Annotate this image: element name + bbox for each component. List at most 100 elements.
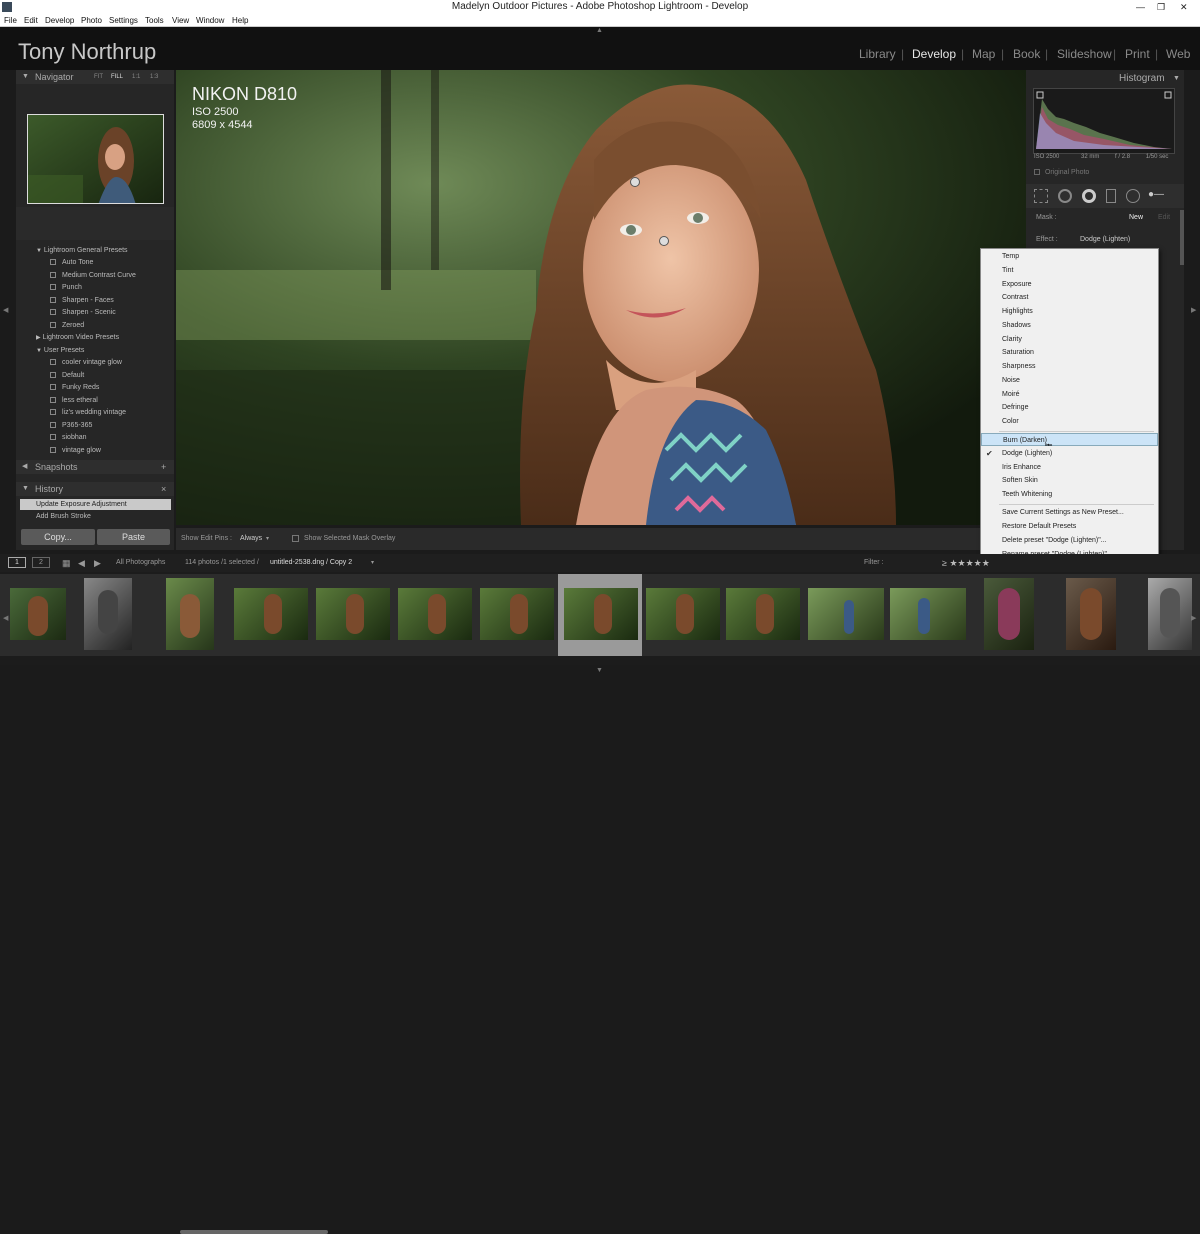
dd-clarity[interactable]: Clarity: [981, 333, 1158, 346]
filmstrip-thumb[interactable]: [228, 574, 310, 656]
module-slideshow[interactable]: Slideshow: [1057, 47, 1112, 61]
menu-develop[interactable]: Develop: [45, 14, 74, 27]
restore-button[interactable]: ❐: [1157, 0, 1165, 14]
collapse-top-arrow-icon[interactable]: ▲: [596, 27, 603, 34]
filmstrip-thumb[interactable]: [160, 574, 228, 656]
preset-cooler-vintage-glow[interactable]: cooler vintage glow: [50, 357, 122, 369]
module-book[interactable]: Book: [1013, 47, 1040, 61]
forward-arrow-icon[interactable]: ▶: [94, 554, 101, 572]
crop-tool-icon[interactable]: [1034, 189, 1048, 203]
filmstrip-thumb[interactable]: [1050, 574, 1132, 656]
radial-filter-icon[interactable]: [1126, 189, 1140, 203]
filmstrip-thumb[interactable]: [968, 574, 1050, 656]
view-2-button[interactable]: 2: [32, 557, 50, 568]
module-map[interactable]: Map: [972, 47, 995, 61]
chevron-down-icon[interactable]: ▾: [266, 528, 269, 550]
photo-canvas[interactable]: NIKON D810 ISO 2500 6809 x 4544: [176, 70, 1026, 525]
original-photo-checkbox[interactable]: [1034, 169, 1040, 176]
navigator-preview[interactable]: [27, 114, 164, 204]
filmstrip-thumb[interactable]: 4: [474, 574, 558, 656]
filmstrip-thumb[interactable]: [722, 574, 804, 656]
history-item[interactable]: Add Brush Stroke: [20, 511, 171, 522]
preset-folder-general[interactable]: ▼ Lightroom General Presets: [36, 245, 128, 257]
zoom-fill[interactable]: FILL: [111, 70, 123, 84]
filmstrip-thumb[interactable]: [392, 574, 474, 656]
show-edit-pins-select[interactable]: Always: [240, 528, 262, 550]
dd-shadows[interactable]: Shadows: [981, 319, 1158, 332]
snapshots-header[interactable]: ◀ Snapshots +: [16, 460, 174, 474]
grid-view-icon[interactable]: ▦: [62, 554, 71, 572]
navigator-header[interactable]: ▼ Navigator FIT FILL 1:1 1:3: [16, 70, 174, 84]
mask-edit-button[interactable]: Edit: [1158, 214, 1170, 221]
brush-pin[interactable]: [659, 236, 669, 246]
module-library[interactable]: Library: [859, 47, 896, 61]
preset-liz-wedding-vintage[interactable]: liz's wedding vintage: [50, 407, 126, 419]
filmstrip-thumb[interactable]: [642, 574, 722, 656]
source-label[interactable]: All Photographs: [116, 554, 165, 572]
preset-folder-user[interactable]: ▼ User Presets: [36, 345, 84, 357]
spot-removal-icon[interactable]: [1058, 189, 1072, 203]
preset-punch[interactable]: Punch: [50, 282, 82, 294]
dd-delete-preset[interactable]: Delete preset "Dodge (Lighten)"...: [981, 534, 1158, 547]
history-item-selected[interactable]: Update Exposure Adjustment: [20, 499, 171, 510]
filmstrip-thumb-selected[interactable]: [558, 574, 642, 656]
dd-iris-enhance[interactable]: Iris Enhance: [981, 461, 1158, 474]
dd-sharpness[interactable]: Sharpness: [981, 360, 1158, 373]
preset-funky-reds[interactable]: Funky Reds: [50, 382, 99, 394]
preset-p365[interactable]: P365-365: [50, 420, 92, 432]
minimize-button[interactable]: —: [1136, 0, 1145, 14]
chevron-down-icon[interactable]: ▾: [371, 554, 374, 572]
dd-save-preset[interactable]: Save Current Settings as New Preset...: [981, 506, 1158, 519]
mask-overlay-checkbox[interactable]: [292, 535, 299, 542]
dd-burn-darken[interactable]: Burn (Darken): [981, 433, 1158, 446]
dd-exposure[interactable]: Exposure: [981, 278, 1158, 291]
zoom-fit[interactable]: FIT: [94, 70, 103, 84]
right-panel-scrollbar[interactable]: [1180, 210, 1184, 265]
collapse-right-arrow-icon[interactable]: ▶: [1191, 306, 1196, 314]
preset-default[interactable]: Default: [50, 370, 84, 382]
menu-help[interactable]: Help: [232, 14, 248, 27]
preset-siobhan[interactable]: siobhan: [50, 432, 87, 444]
dd-moire[interactable]: Moiré: [981, 388, 1158, 401]
preset-sharpen-scenic[interactable]: Sharpen - Scenic: [50, 307, 116, 319]
selected-filename[interactable]: untitled-2538.dng / Copy 2: [270, 554, 352, 572]
collapse-left-arrow-icon[interactable]: ◀: [3, 306, 8, 314]
module-web[interactable]: Web: [1166, 47, 1190, 61]
collapse-bottom-arrow-icon[interactable]: ▼: [596, 667, 603, 674]
graduated-filter-icon[interactable]: [1106, 189, 1116, 203]
menu-file[interactable]: File: [4, 14, 17, 27]
dd-color[interactable]: Color: [981, 415, 1158, 428]
filmstrip-thumb[interactable]: [78, 574, 160, 656]
dd-defringe[interactable]: Defringe: [981, 401, 1158, 414]
filmstrip-thumb[interactable]: [1132, 574, 1200, 656]
dd-contrast[interactable]: Contrast: [981, 291, 1158, 304]
filmstrip-scrollbar[interactable]: [180, 1230, 328, 1234]
rating-filter-stars-icon[interactable]: ≥ ★★★★★: [942, 554, 990, 572]
preset-less-etheral[interactable]: less etheral: [50, 395, 98, 407]
filmstrip-thumb[interactable]: [0, 574, 78, 656]
preset-folder-video[interactable]: ▶ Lightroom Video Presets: [36, 332, 119, 344]
back-arrow-icon[interactable]: ◀: [78, 554, 85, 572]
menu-photo[interactable]: Photo: [81, 14, 102, 27]
filmstrip-thumb[interactable]: [310, 574, 392, 656]
dd-dodge-lighten[interactable]: Dodge (Lighten): [981, 447, 1158, 460]
dd-temp[interactable]: Temp: [981, 250, 1158, 263]
menu-window[interactable]: Window: [196, 14, 224, 27]
module-develop[interactable]: Develop: [912, 47, 956, 61]
history-header[interactable]: ▼ History ×: [16, 482, 174, 496]
effect-select[interactable]: Dodge (Lighten): [1080, 236, 1130, 243]
menu-settings[interactable]: Settings: [109, 14, 138, 27]
preset-vintage-glow[interactable]: vintage glow: [50, 445, 101, 457]
filmstrip-thumb[interactable]: [886, 574, 968, 656]
brush-pin[interactable]: [630, 177, 640, 187]
filmstrip-left-arrow-icon[interactable]: ◀: [3, 614, 8, 622]
dd-teeth-whitening[interactable]: Teeth Whitening: [981, 488, 1158, 501]
clear-history-icon[interactable]: ×: [161, 482, 166, 496]
close-window-button[interactable]: ✕: [1180, 0, 1188, 14]
adjustment-brush-icon[interactable]: ●—: [1148, 189, 1176, 203]
menu-view[interactable]: View: [172, 14, 189, 27]
copy-settings-button[interactable]: Copy...: [21, 529, 95, 545]
preset-sharpen-faces[interactable]: Sharpen - Faces: [50, 295, 114, 307]
dd-soften-skin[interactable]: Soften Skin: [981, 474, 1158, 487]
zoom-1-3[interactable]: 1:3: [150, 70, 158, 84]
